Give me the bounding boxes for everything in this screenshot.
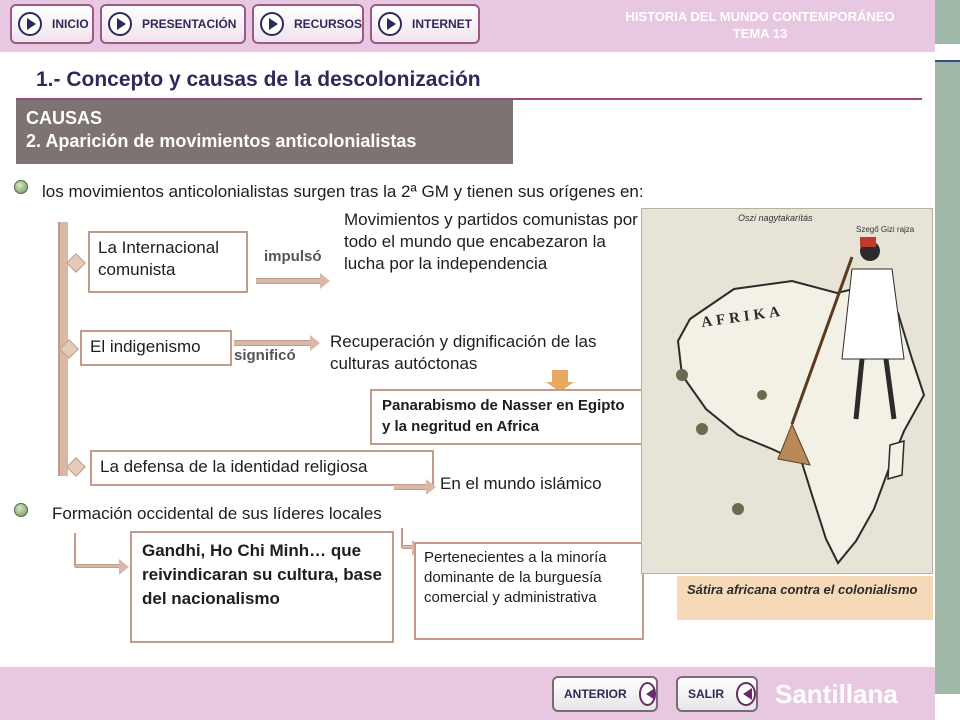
inicio-label: INICIO: [52, 17, 89, 31]
causas-subtitle: 2. Aparición de movimientos anticolonial…: [26, 131, 417, 151]
causas-header-box: CAUSAS 2. Aparición de movimientos antic…: [16, 100, 513, 164]
internacional-box: La Internacional comunista: [88, 231, 248, 293]
arrow-right-icon: [234, 335, 320, 351]
presentacion-button[interactable]: PRESENTACIÓN: [100, 4, 246, 44]
play-arrow-icon: [108, 12, 132, 36]
impulso-label: impulsó: [264, 248, 322, 265]
image-caption: Sátira africana contra el colonialismo: [677, 576, 933, 620]
bullet-icon: [14, 503, 28, 517]
recursos-button[interactable]: RECURSOS: [252, 4, 364, 44]
back-arrow-icon: [736, 682, 756, 706]
diamond-marker-icon: [66, 457, 86, 477]
point-origins: los movimientos anticolonialistas surgen…: [42, 182, 644, 201]
course-title: HISTORIA DEL MUNDO CONTEMPORÁNEO TEMA 13: [580, 8, 940, 42]
course-unit: TEMA 13: [732, 26, 788, 41]
anterior-button[interactable]: ANTERIOR: [552, 676, 658, 712]
satire-cartoon-image: Oszi nagytakarítás Szegő Gizi rajza AFRI…: [641, 208, 933, 574]
religiosa-box: La defensa de la identidad religiosa: [90, 450, 434, 486]
arrow-right-icon: [75, 559, 129, 575]
leaders-box: Gandhi, Ho Chi Minh… que reivindicaran s…: [130, 531, 394, 643]
cartoon-caption-right: Szegő Gizi rajza: [856, 225, 915, 234]
bullet-icon: [14, 180, 28, 194]
arrow-right-icon: [402, 540, 422, 556]
play-arrow-icon: [18, 12, 42, 36]
right-side-strip: [935, 0, 960, 720]
salir-label: SALIR: [688, 687, 724, 701]
play-arrow-icon: [260, 12, 284, 36]
course-name: HISTORIA DEL MUNDO CONTEMPORÁNEO: [625, 9, 895, 24]
back-arrow-icon: [638, 682, 656, 706]
diamond-marker-icon: [66, 253, 86, 273]
page-title: 1.- Concepto y causas de la descolonizac…: [36, 68, 481, 91]
arrow-down-icon: [546, 370, 574, 392]
arrow-right-icon: [394, 479, 436, 495]
causas-label: CAUSAS: [26, 108, 103, 128]
internet-button[interactable]: INTERNET: [370, 4, 480, 44]
religiosa-result: En el mundo islámico: [440, 474, 602, 493]
salir-button[interactable]: SALIR: [676, 676, 758, 712]
africa-map-drawing: AFRIKA: [676, 237, 926, 565]
panarabismo-box: Panarabismo de Nasser en Egipto y la neg…: [370, 389, 644, 445]
arrow-right-icon: [256, 273, 330, 289]
internet-label: INTERNET: [412, 17, 472, 31]
indigenismo-result: Recuperación y dignificación de las cult…: [330, 332, 597, 373]
brand-logo: Santillana: [775, 679, 898, 709]
side-tab: [935, 44, 960, 62]
point-leaders: Formación occidental de sus líderes loca…: [52, 504, 382, 523]
anterior-label: ANTERIOR: [564, 687, 627, 701]
play-arrow-icon: [378, 12, 402, 36]
cartoon-caption-left: Oszi nagytakarítás: [738, 213, 813, 223]
recursos-label: RECURSOS: [294, 17, 363, 31]
leaders-connector: [74, 533, 76, 567]
internacional-result: Movimientos y partidos comunistas por to…: [344, 210, 638, 273]
minority-box: Pertenecientes a la minoría dominante de…: [414, 542, 644, 640]
presentacion-label: PRESENTACIÓN: [142, 17, 237, 31]
significo-label: significó: [234, 347, 296, 364]
indigenismo-box: El indigenismo: [80, 330, 232, 366]
right-edge-fragment: [935, 694, 960, 720]
inicio-button[interactable]: INICIO: [10, 4, 94, 44]
